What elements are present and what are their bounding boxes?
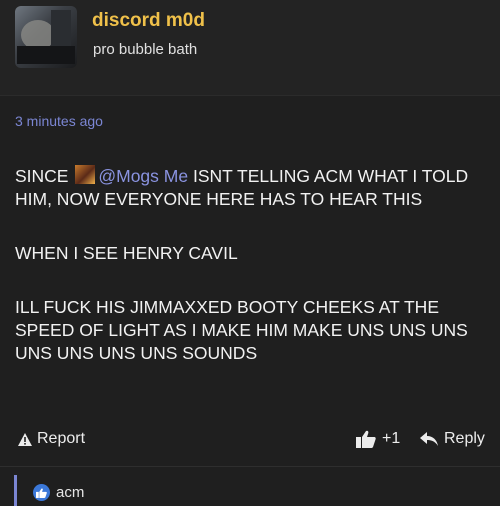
mention-avatar xyxy=(75,165,96,184)
report-label: Report xyxy=(37,430,86,447)
report-button[interactable]: Report xyxy=(17,430,85,448)
author-name[interactable]: discord m0d xyxy=(92,10,205,32)
reply-button[interactable]: Reply xyxy=(420,430,485,448)
message-line1-pre: SINCE xyxy=(15,166,69,186)
post-header: discord m0d pro bubble bath xyxy=(0,0,500,96)
reaction-accent-bar xyxy=(14,475,17,506)
like-count: +1 xyxy=(382,430,401,447)
reply-label: Reply xyxy=(444,430,485,447)
warning-icon xyxy=(18,432,32,446)
avatar[interactable] xyxy=(15,6,77,68)
post-body: SINCE @Mogs Me ISNT TELLING ACM WHAT I T… xyxy=(15,165,485,396)
reaction-list-item[interactable]: acm xyxy=(33,484,84,501)
thumbs-up-icon xyxy=(356,430,376,448)
reply-arrow-icon xyxy=(420,431,438,446)
reaction-user: acm xyxy=(56,484,85,501)
thumbs-up-icon xyxy=(33,484,50,501)
mention-link[interactable]: @Mogs Me xyxy=(98,166,188,186)
post-actions: Report +1 Reply xyxy=(0,426,500,456)
post-timestamp[interactable]: 3 minutes ago xyxy=(15,113,103,129)
divider xyxy=(0,466,500,467)
like-button[interactable]: +1 xyxy=(356,430,400,448)
message-paragraph-2: WHEN I SEE HENRY CAVIL xyxy=(15,243,238,263)
message-paragraph-3: ILL FUCK HIS JIMMAXXED BOOTY CHEEKS AT T… xyxy=(15,297,468,363)
author-title: pro bubble bath xyxy=(93,41,198,58)
